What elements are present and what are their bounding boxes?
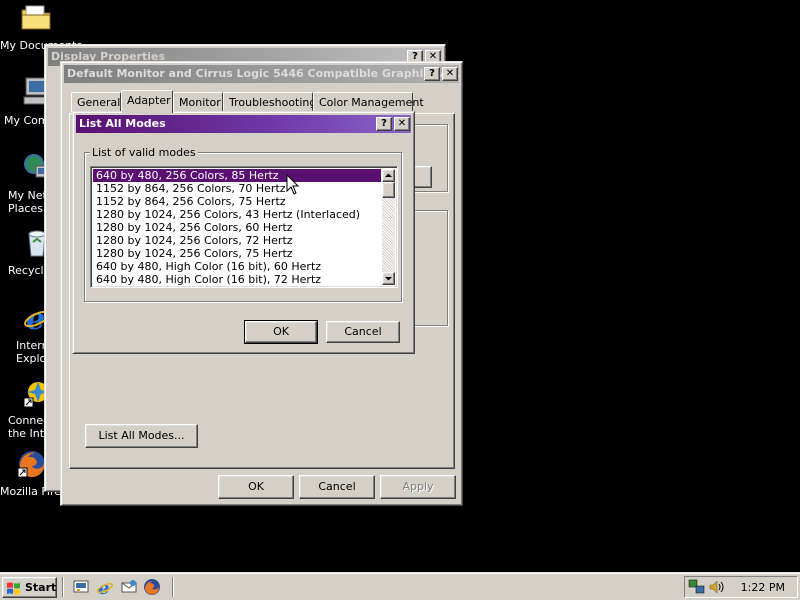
start-label: Start bbox=[25, 581, 57, 594]
ok-button[interactable]: OK bbox=[218, 475, 294, 499]
outlook-express-icon[interactable] bbox=[120, 578, 138, 596]
tab-general[interactable]: General bbox=[71, 92, 121, 112]
list-item[interactable]: 1280 by 1024, 256 Colors, 60 Hertz bbox=[93, 221, 381, 234]
list-item[interactable]: 1280 by 1024, 256 Colors, 75 Hertz bbox=[93, 247, 381, 260]
windows-logo-icon bbox=[7, 582, 20, 595]
window-title: List All Modes bbox=[79, 117, 166, 130]
arrow-up-icon bbox=[385, 173, 392, 177]
modes-list: 640 by 480, 256 Colors, 85 Hertz 1152 by… bbox=[93, 169, 381, 287]
list-all-modes-titlebar[interactable]: List All Modes ? ✕ bbox=[76, 115, 411, 133]
cancel-button[interactable]: Cancel bbox=[299, 475, 375, 499]
scroll-down-button[interactable] bbox=[382, 272, 395, 285]
modes-listbox[interactable]: 640 by 480, 256 Colors, 85 Hertz 1152 by… bbox=[90, 166, 398, 288]
arrow-down-icon bbox=[385, 277, 392, 281]
close-button[interactable]: ✕ bbox=[442, 67, 458, 81]
firefox-icon[interactable] bbox=[143, 578, 161, 596]
help-button[interactable]: ? bbox=[376, 117, 392, 131]
ok-button[interactable]: OK bbox=[244, 320, 318, 344]
internet-explorer-icon[interactable]: e bbox=[96, 578, 114, 596]
start-button[interactable]: Start bbox=[2, 577, 57, 598]
scroll-up-button[interactable] bbox=[382, 169, 395, 182]
cancel-button[interactable]: Cancel bbox=[326, 321, 400, 343]
list-item[interactable]: 1280 by 1024, 256 Colors, 43 Hertz (Inte… bbox=[93, 208, 381, 221]
taskbar-separator bbox=[62, 577, 64, 597]
taskbar: Start e 1:22 PM bbox=[0, 572, 800, 600]
list-item[interactable]: 1152 by 864, 256 Colors, 75 Hertz bbox=[93, 195, 381, 208]
tab-adapter[interactable]: Adapter bbox=[121, 90, 173, 113]
list-item[interactable]: 640 by 480, High Color (16 bit), 72 Hert… bbox=[93, 273, 381, 286]
tab-color-management[interactable]: Color Management bbox=[313, 92, 424, 112]
show-desktop-icon[interactable] bbox=[72, 578, 90, 596]
mouse-cursor-icon bbox=[286, 174, 300, 195]
list-item[interactable]: 640 by 480, 256 Colors, 85 Hertz bbox=[93, 169, 381, 182]
folder-icon bbox=[20, 2, 51, 32]
list-all-modes-button[interactable]: List All Modes... bbox=[85, 424, 198, 448]
scroll-thumb[interactable] bbox=[382, 182, 395, 198]
vertical-scrollbar[interactable] bbox=[382, 169, 395, 285]
network-tray-icon[interactable] bbox=[688, 579, 706, 595]
list-all-modes-dialog: List All Modes ? ✕ List of valid modes 6… bbox=[72, 111, 415, 354]
system-tray: 1:22 PM bbox=[684, 576, 798, 598]
list-item[interactable]: 1152 by 864, 256 Colors, 70 Hertz bbox=[93, 182, 381, 195]
adapter-dialog-titlebar[interactable]: Default Monitor and Cirrus Logic 5446 Co… bbox=[64, 65, 459, 83]
tab-troubleshooting[interactable]: Troubleshooting bbox=[223, 92, 316, 112]
window-title: Default Monitor and Cirrus Logic 5446 Co… bbox=[67, 67, 459, 80]
clock: 1:22 PM bbox=[740, 581, 785, 594]
apply-button[interactable]: Apply bbox=[380, 475, 456, 499]
volume-icon[interactable] bbox=[708, 579, 724, 595]
tab-monitor[interactable]: Monitor bbox=[173, 92, 223, 112]
list-item[interactable]: 640 by 480, High Color (16 bit), 60 Hert… bbox=[93, 260, 381, 273]
taskbar-separator bbox=[172, 577, 174, 597]
list-item[interactable]: 1280 by 1024, 256 Colors, 72 Hertz bbox=[93, 234, 381, 247]
help-button[interactable]: ? bbox=[424, 67, 440, 81]
close-button[interactable]: ✕ bbox=[394, 117, 410, 131]
quick-launch: e bbox=[70, 578, 166, 596]
valid-modes-group-label: List of valid modes bbox=[90, 146, 198, 159]
firefox-icon bbox=[16, 448, 46, 478]
